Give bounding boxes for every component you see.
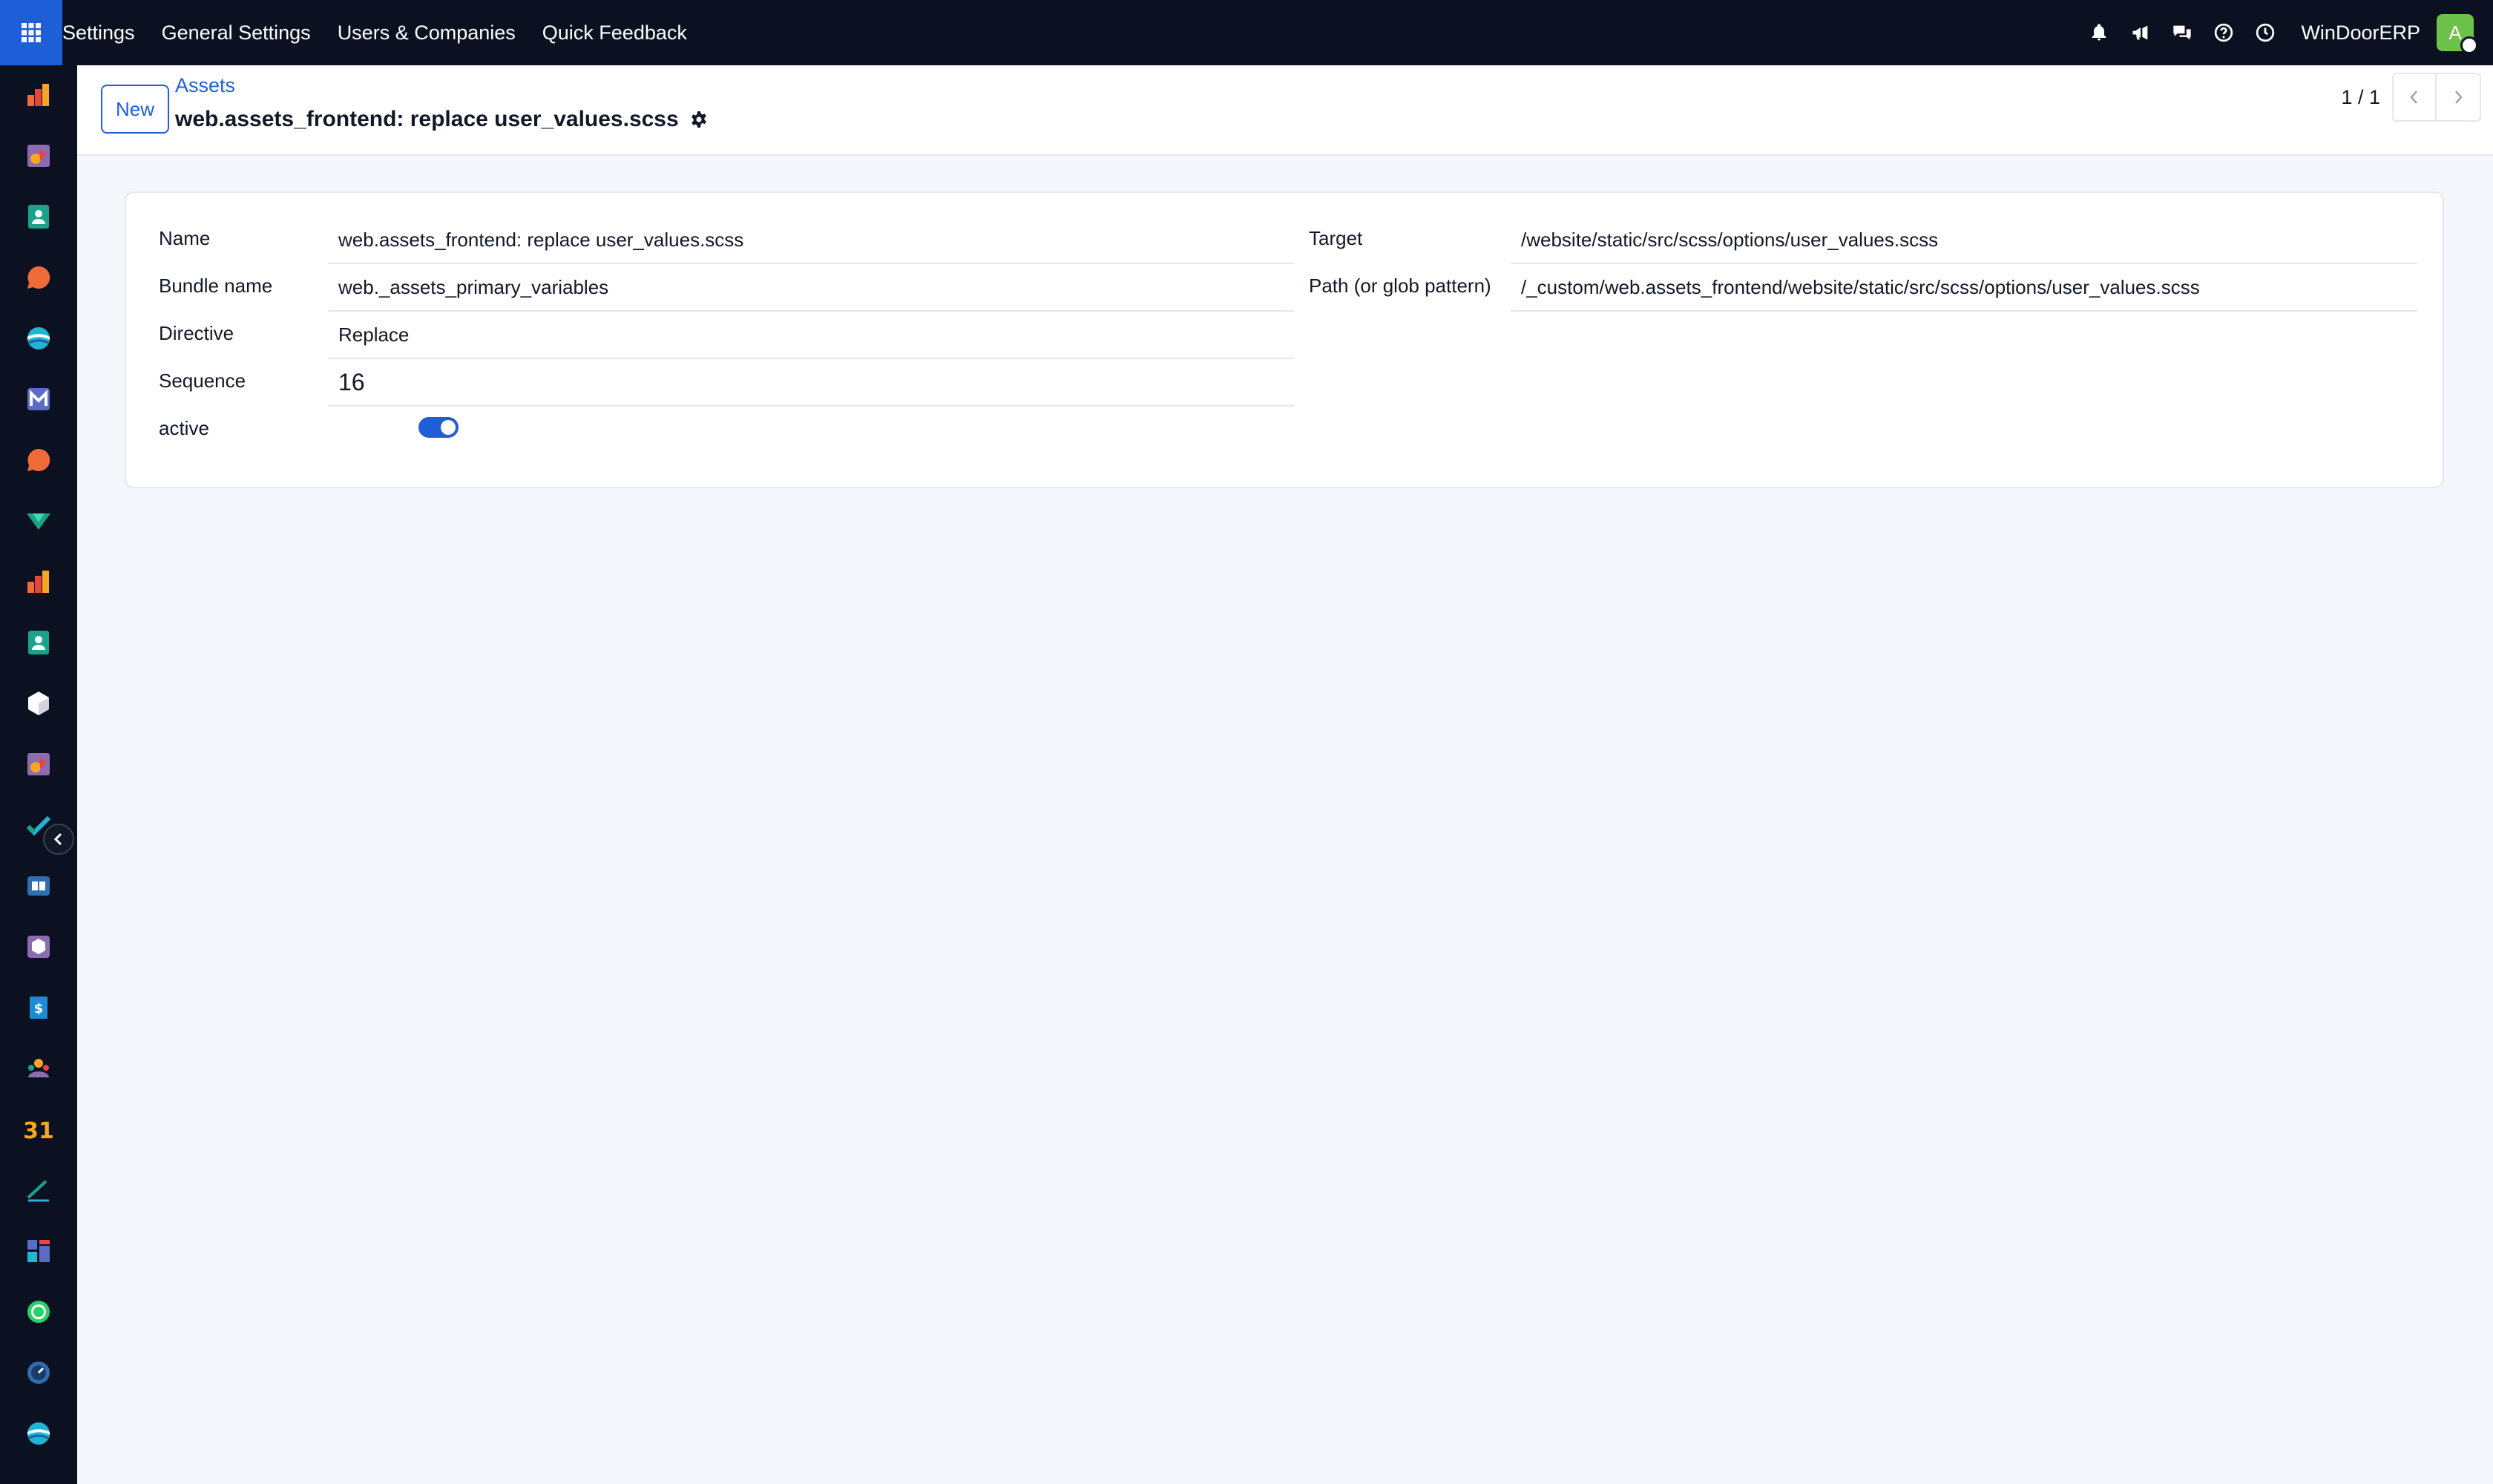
menu-users-companies[interactable]: Users & Companies — [338, 22, 516, 45]
help-icon[interactable] — [2212, 21, 2236, 45]
name-field[interactable]: web.assets_frontend: replace user_values… — [328, 217, 1294, 264]
invoicing-icon[interactable]: $ — [24, 993, 53, 1022]
clock-icon[interactable] — [2253, 21, 2277, 45]
svg-text:$: $ — [34, 1001, 44, 1017]
spreadsheet-icon[interactable] — [24, 1236, 53, 1266]
studio-icon[interactable] — [24, 749, 53, 779]
pager: 1 / 1 — [2341, 73, 2481, 122]
field-directive: Directive Replace — [159, 312, 1294, 359]
grid-icon — [22, 23, 41, 42]
directive-label: Directive — [159, 322, 234, 344]
documents-icon[interactable] — [24, 871, 53, 901]
avatar-letter: A — [2448, 21, 2462, 44]
timesheet-icon[interactable] — [24, 1358, 53, 1388]
knowledge-icon[interactable] — [24, 141, 53, 171]
website-icon[interactable] — [24, 324, 53, 353]
packages-icon[interactable] — [24, 932, 53, 962]
sequence-label: Sequence — [159, 370, 246, 392]
app-menu-button[interactable] — [0, 0, 62, 65]
gear-icon[interactable] — [689, 110, 709, 129]
inventory-icon[interactable] — [24, 689, 53, 718]
megaphone-icon[interactable] — [2129, 21, 2152, 45]
sequence-field[interactable]: 16 — [328, 359, 1294, 407]
chevron-left-icon — [2410, 91, 2417, 104]
active-toggle[interactable] — [418, 417, 459, 438]
directive-select[interactable]: Replace — [328, 312, 1294, 359]
field-target: Target /website/static/src/scss/options/… — [1309, 217, 2417, 264]
pager-value[interactable]: 1 / 1 — [2341, 86, 2380, 109]
company-name[interactable]: WinDoorERP — [2301, 22, 2420, 45]
dashboards-icon[interactable] — [24, 80, 53, 110]
new-button[interactable]: New — [101, 85, 169, 134]
pager-next-button[interactable] — [2437, 73, 2481, 122]
active-label: active — [159, 417, 209, 439]
name-label: Name — [159, 227, 211, 249]
sign-icon[interactable] — [24, 1175, 53, 1205]
menu-quick-feedback[interactable]: Quick Feedback — [542, 22, 687, 45]
field-sequence: Sequence 16 — [159, 359, 1294, 407]
control-panel: New Assets web.assets_frontend: replace … — [77, 65, 2493, 156]
website-builder-icon[interactable] — [24, 1419, 53, 1448]
project-icon[interactable] — [24, 506, 53, 536]
chat-icon[interactable] — [2170, 21, 2194, 45]
breadcrumb[interactable]: Assets — [175, 74, 235, 97]
calendar-icon[interactable]: 31 — [24, 1114, 53, 1144]
avatar[interactable]: A — [2437, 14, 2478, 54]
livechat-icon[interactable] — [24, 445, 53, 475]
svg-text:31: 31 — [24, 1118, 53, 1143]
sidebar-collapse-button[interactable] — [43, 824, 74, 855]
main-menu: Settings General Settings Users & Compan… — [62, 22, 714, 45]
app-sidebar: $ 31 — [0, 65, 77, 1484]
menu-settings[interactable]: Settings — [62, 22, 135, 45]
chevron-left-icon — [53, 833, 62, 846]
chevron-right-icon — [2455, 91, 2463, 104]
target-label: Target — [1309, 227, 1363, 249]
target-field[interactable]: /website/static/src/scss/options/user_va… — [1511, 217, 2417, 264]
pager-previous-button[interactable] — [2392, 73, 2437, 122]
employees-icon[interactable] — [24, 628, 53, 657]
bundle-name-field[interactable]: web._assets_primary_variables — [328, 264, 1294, 312]
presence-indicator — [2460, 36, 2478, 54]
contacts-icon[interactable] — [24, 202, 53, 232]
whatsapp-icon[interactable] — [24, 1297, 53, 1327]
field-name: Name web.assets_frontend: replace user_v… — [159, 217, 1294, 264]
page-title: web.assets_frontend: replace user_values… — [175, 107, 709, 132]
top-navbar: Settings General Settings Users & Compan… — [0, 0, 2493, 65]
bell-icon[interactable] — [2087, 21, 2111, 45]
toggle-knob — [441, 420, 456, 435]
menu-general-settings[interactable]: General Settings — [162, 22, 311, 45]
form-sheet: Name web.assets_frontend: replace user_v… — [125, 191, 2444, 488]
field-bundle: Bundle name web._assets_primary_variable… — [159, 264, 1294, 312]
reports-icon[interactable] — [24, 567, 53, 597]
email-marketing-icon[interactable] — [24, 384, 53, 414]
path-label: Path (or glob pattern) — [1309, 275, 1491, 297]
bundle-name-label: Bundle name — [159, 275, 273, 297]
field-active: active — [159, 411, 1294, 459]
record-name: web.assets_frontend: replace user_values… — [175, 107, 679, 131]
systray: WinDoorERP A — [2069, 0, 2478, 65]
path-field[interactable]: /_custom/web.assets_frontend/website/sta… — [1511, 264, 2417, 312]
discuss-icon[interactable] — [24, 263, 53, 292]
team-icon[interactable] — [24, 1054, 53, 1083]
field-path: Path (or glob pattern) /_custom/web.asse… — [1309, 264, 2417, 312]
